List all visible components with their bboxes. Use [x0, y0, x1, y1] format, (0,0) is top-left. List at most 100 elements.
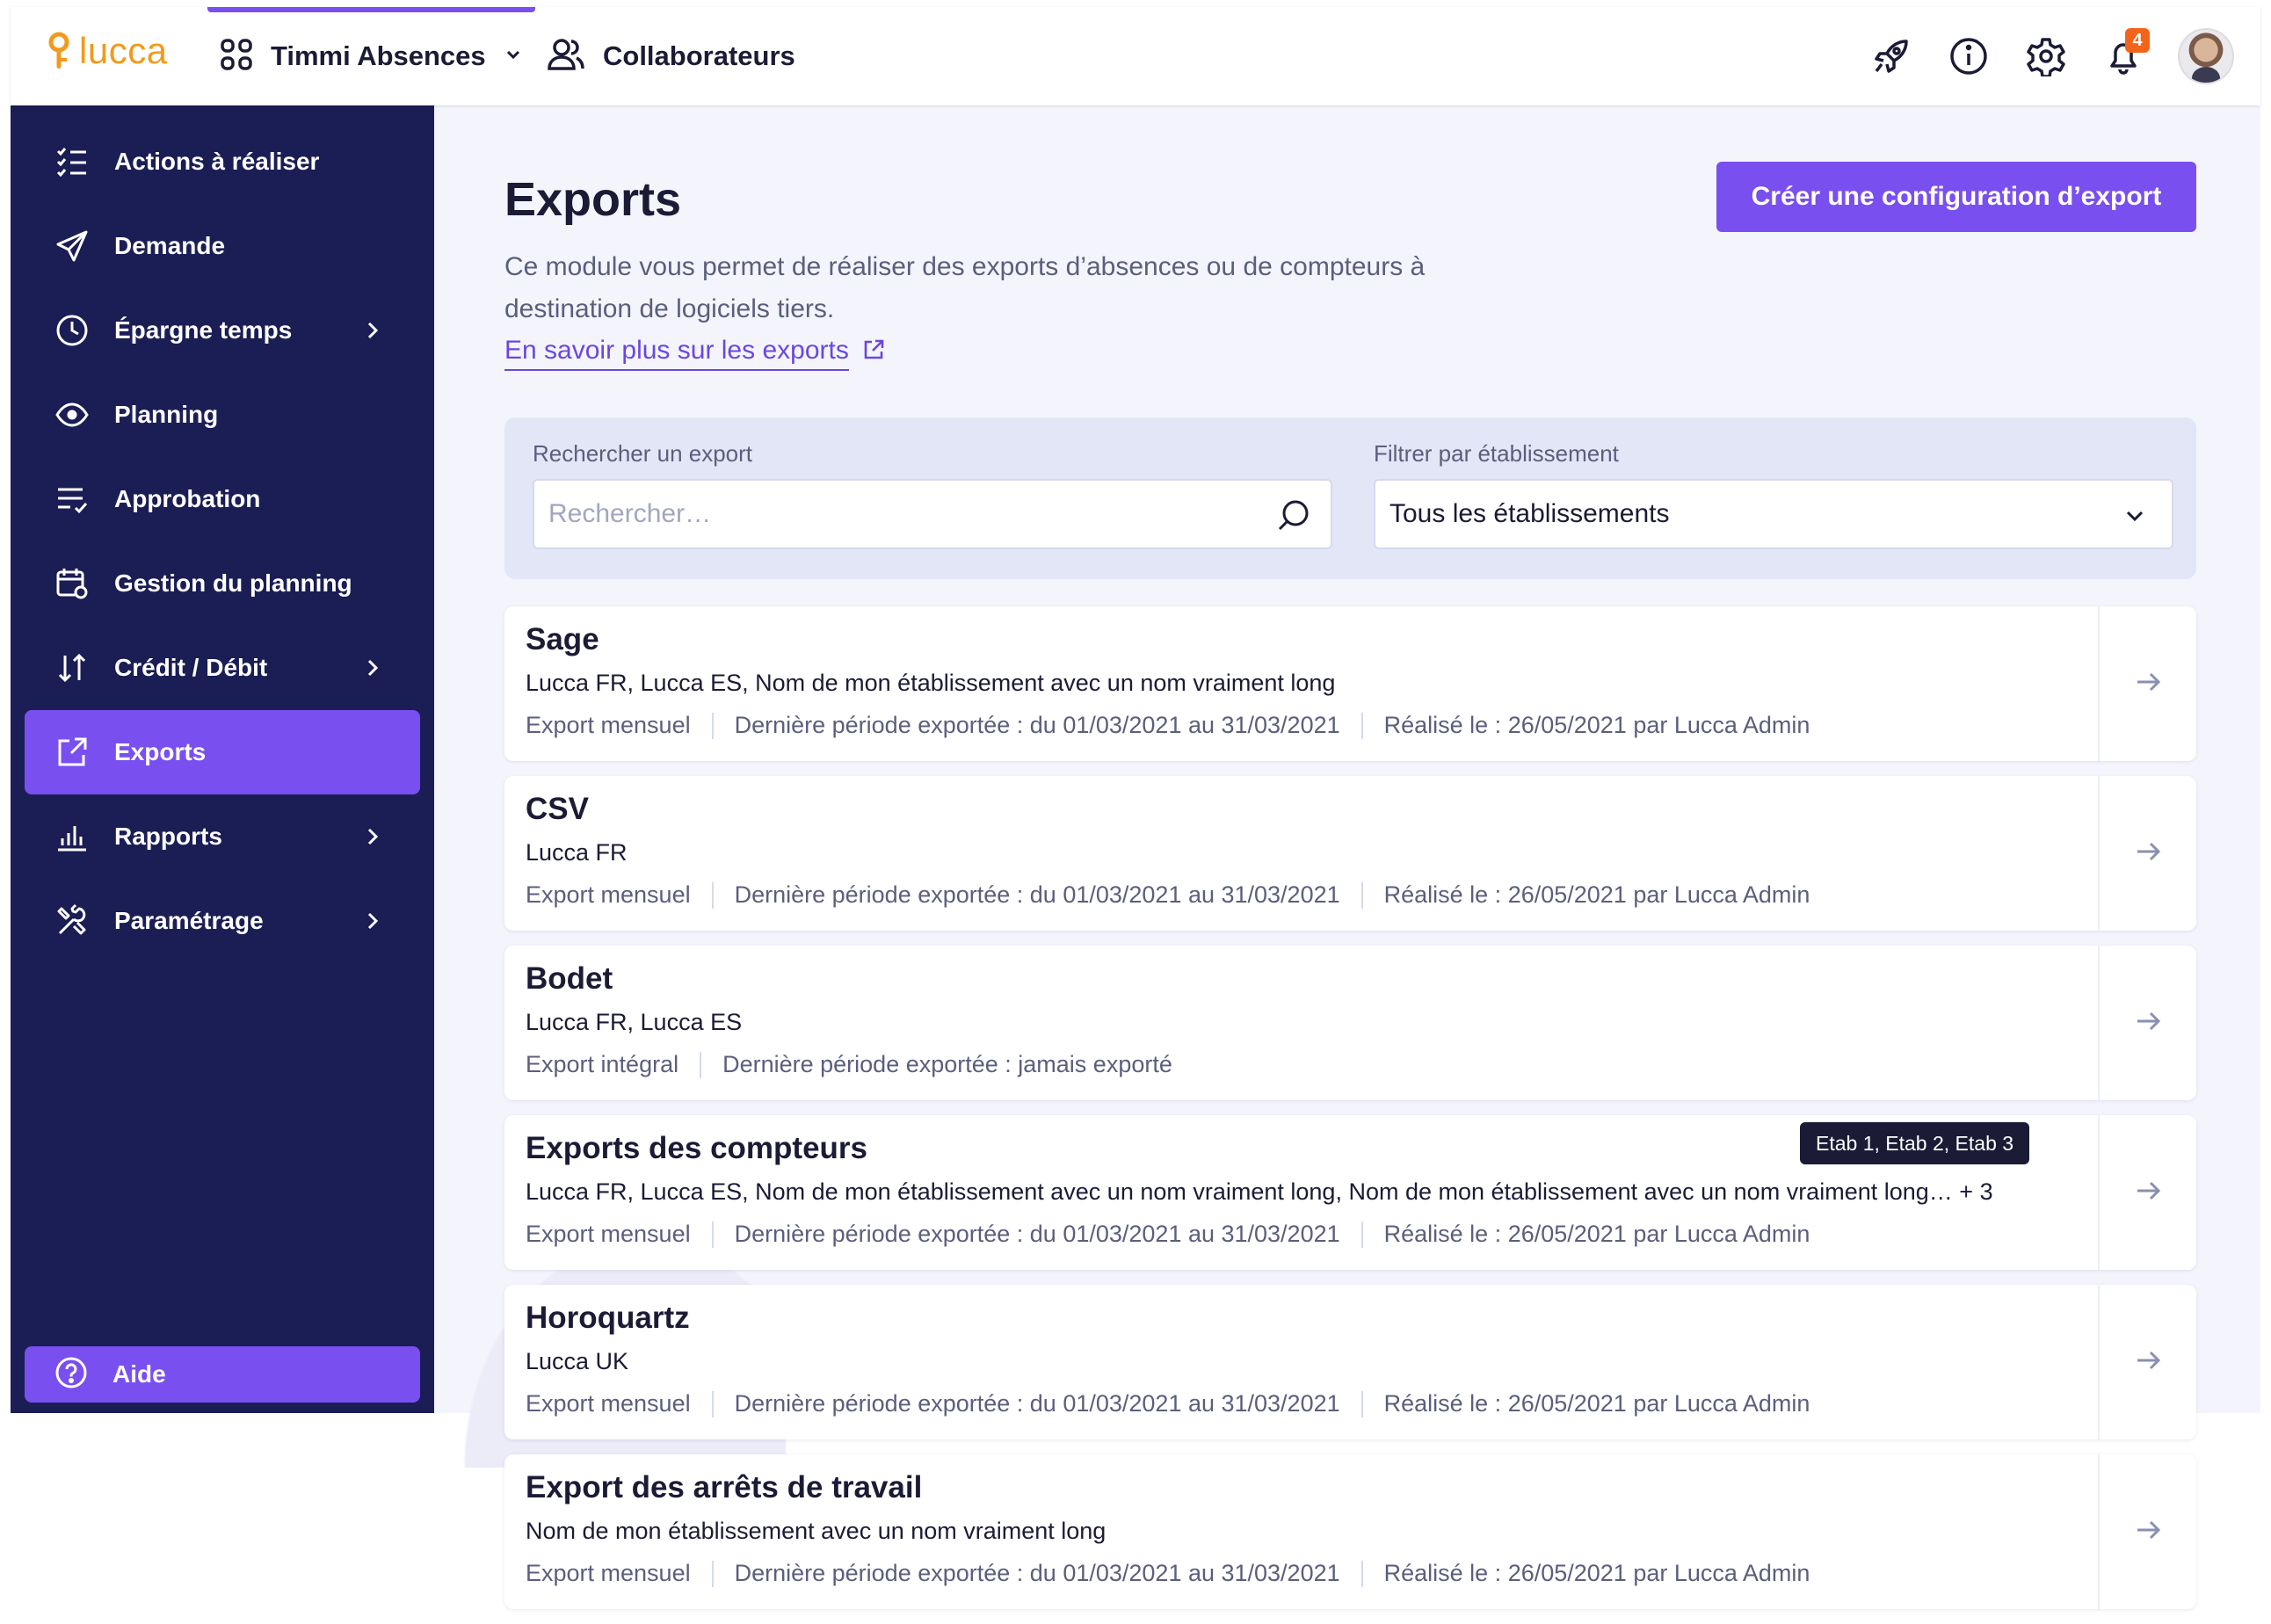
divider	[711, 1390, 714, 1417]
top-actions: 4	[1868, 7, 2234, 105]
sidebar-item-eye[interactable]: Planning	[25, 373, 420, 457]
learn-more-text: En savoir plus sur les exports	[504, 336, 849, 371]
chevron-right-icon	[360, 909, 385, 933]
export-type: Export mensuel	[526, 1221, 691, 1247]
export-card[interactable]: Exports des compteurs Lucca FR, Lucca ES,…	[504, 1115, 2196, 1270]
export-name: Export des arrêts de travail	[526, 1470, 923, 1504]
arrow-right-icon	[2133, 1176, 2163, 1210]
rocket-icon[interactable]	[1868, 33, 1914, 79]
export-card[interactable]: CSV Lucca FR Export mensuel Dernière périod…	[504, 776, 2196, 931]
arrow-right-icon	[2133, 837, 2163, 871]
user-avatar[interactable]	[2178, 28, 2234, 84]
up-down-arrows-icon	[54, 650, 90, 685]
sidebar-item-label: Épargne temps	[114, 316, 293, 344]
divider	[1360, 881, 1363, 909]
sidebar-item-checklist[interactable]: Actions à réaliser	[25, 120, 420, 204]
learn-more-link[interactable]: En savoir plus sur les exports	[504, 336, 886, 371]
sidebar-item-up-down-arrows[interactable]: Crédit / Débit	[25, 626, 420, 710]
export-card[interactable]: Bodet Lucca FR, Lucca ES Export intégral De…	[504, 946, 2196, 1100]
arrow-right-icon	[2133, 1345, 2163, 1380]
chevron-down-icon	[504, 45, 523, 69]
export-card[interactable]: Sage Lucca FR, Lucca ES, Nom de mon établ…	[504, 606, 2196, 761]
info-icon[interactable]	[1946, 33, 1992, 79]
checklist-icon	[54, 144, 90, 179]
establishments-tooltip: Etab 1, Etab 2, Etab 3	[1800, 1122, 2030, 1164]
sidebar-item-label: Gestion du planning	[114, 569, 352, 597]
export-establishments-text: Lucca FR, Lucca ES	[526, 1009, 743, 1035]
export-establishments-text: Lucca UK	[526, 1348, 629, 1374]
main-content: Exports Ce module vous permet de réalise…	[434, 105, 2260, 1617]
app-switcher[interactable]: Timmi Absences	[207, 7, 535, 105]
sidebar-item-label: Planning	[114, 401, 219, 428]
page-description: Ce module vous permet de réaliser des ex…	[504, 252, 1426, 323]
sidebar-item-approval[interactable]: Approbation	[25, 457, 420, 541]
chevron-down-icon	[2115, 497, 2154, 535]
search-icon[interactable]	[1274, 497, 1313, 535]
lucca-logo[interactable]: lucca	[46, 32, 168, 70]
export-card[interactable]: Horoquartz Lucca UK Export mensuel Dernière…	[504, 1285, 2196, 1439]
calendar-gear-icon	[54, 566, 90, 601]
chevron-right-icon	[360, 656, 385, 680]
open-export-button[interactable]	[2098, 1285, 2196, 1439]
export-last-period: Dernière période exportée : du 01/03/202…	[734, 1560, 1340, 1586]
external-link-icon	[861, 337, 886, 369]
sidebar-item-label: Actions à réaliser	[114, 148, 320, 175]
export-establishments: Lucca FR, Lucca ES, Nom de mon établisse…	[526, 1178, 1993, 1206]
export-type: Export mensuel	[526, 881, 691, 908]
search-input[interactable]: Rechercher…	[533, 479, 1332, 549]
arrow-right-icon	[2133, 1006, 2163, 1040]
sidebar-item-send[interactable]: Demande	[25, 204, 420, 288]
export-type: Export intégral	[526, 1051, 679, 1077]
divider	[700, 1051, 702, 1078]
export-last-period: Dernière période exportée : du 01/03/202…	[734, 712, 1340, 738]
sidebar-item-calendar-gear[interactable]: Gestion du planning	[25, 541, 420, 626]
top-bar: lucca Timmi Absences Collaborateurs 4	[11, 7, 2260, 105]
sidebar-item-bar-chart[interactable]: Rapports	[25, 794, 420, 879]
create-export-config-button[interactable]: Créer une configuration d’export	[1716, 162, 2196, 232]
export-meta: Export mensuel Dernière période exportée …	[526, 1560, 1810, 1587]
open-export-button[interactable]	[2098, 1454, 2196, 1609]
establishment-select[interactable]: Tous les établissements	[1374, 479, 2173, 549]
sidebar-item-label: Paramétrage	[114, 907, 264, 934]
divider	[711, 712, 714, 739]
export-name: Sage	[526, 622, 599, 656]
export-name: Bodet	[526, 961, 613, 996]
sidebar-item-tools[interactable]: Paramétrage	[25, 879, 420, 963]
approval-icon	[54, 482, 90, 517]
export-last-period: Dernière période exportée : du 01/03/202…	[734, 881, 1340, 908]
send-icon	[54, 228, 90, 264]
sidebar-nav: Actions à réaliser Demande Épargne temps Pl…	[25, 120, 420, 963]
export-type: Export mensuel	[526, 1560, 691, 1586]
divider	[711, 1221, 714, 1248]
collaborators-link[interactable]: Collaborateurs	[547, 7, 795, 105]
export-name: Exports des compteurs	[526, 1131, 867, 1165]
open-export-button[interactable]	[2098, 1115, 2196, 1270]
export-establishments-text: Nom de mon établissement avec un nom vra…	[526, 1518, 1106, 1544]
establishment-select-value: Tous les établissements	[1389, 499, 1670, 528]
help-icon	[54, 1356, 88, 1394]
bar-chart-icon	[54, 819, 90, 854]
export-done-info: Réalisé le : 26/05/2021 par Lucca Admin	[1383, 1221, 1810, 1247]
sidebar-item-external-link[interactable]: Exports	[25, 710, 420, 794]
export-name: Horoquartz	[526, 1301, 690, 1335]
export-card[interactable]: Export des arrêts de travail Nom de mon é…	[504, 1454, 2196, 1609]
divider	[711, 881, 714, 909]
open-export-button[interactable]	[2098, 946, 2196, 1100]
filter-label: Filtrer par établissement	[1374, 440, 1619, 467]
bell-icon[interactable]: 4	[2100, 28, 2150, 79]
grid-icon	[220, 38, 253, 76]
export-type: Export mensuel	[526, 712, 691, 738]
export-last-period: Dernière période exportée : du 01/03/202…	[734, 1390, 1340, 1417]
export-meta: Export mensuel Dernière période exportée …	[526, 712, 1810, 739]
help-button[interactable]: Aide	[25, 1346, 420, 1403]
export-establishments: Lucca UK	[526, 1348, 628, 1375]
open-export-button[interactable]	[2098, 606, 2196, 761]
more-establishments[interactable]: + 3	[1959, 1178, 1992, 1205]
gear-icon[interactable]	[2023, 33, 2069, 79]
export-establishments: Lucca FR, Lucca ES, Nom de mon établisse…	[526, 670, 1335, 697]
logo-text: lucca	[79, 30, 168, 71]
sidebar-item-clock[interactable]: Épargne temps	[25, 288, 420, 373]
page-title: Exports	[504, 173, 682, 226]
tools-icon	[54, 903, 90, 939]
open-export-button[interactable]	[2098, 776, 2196, 931]
